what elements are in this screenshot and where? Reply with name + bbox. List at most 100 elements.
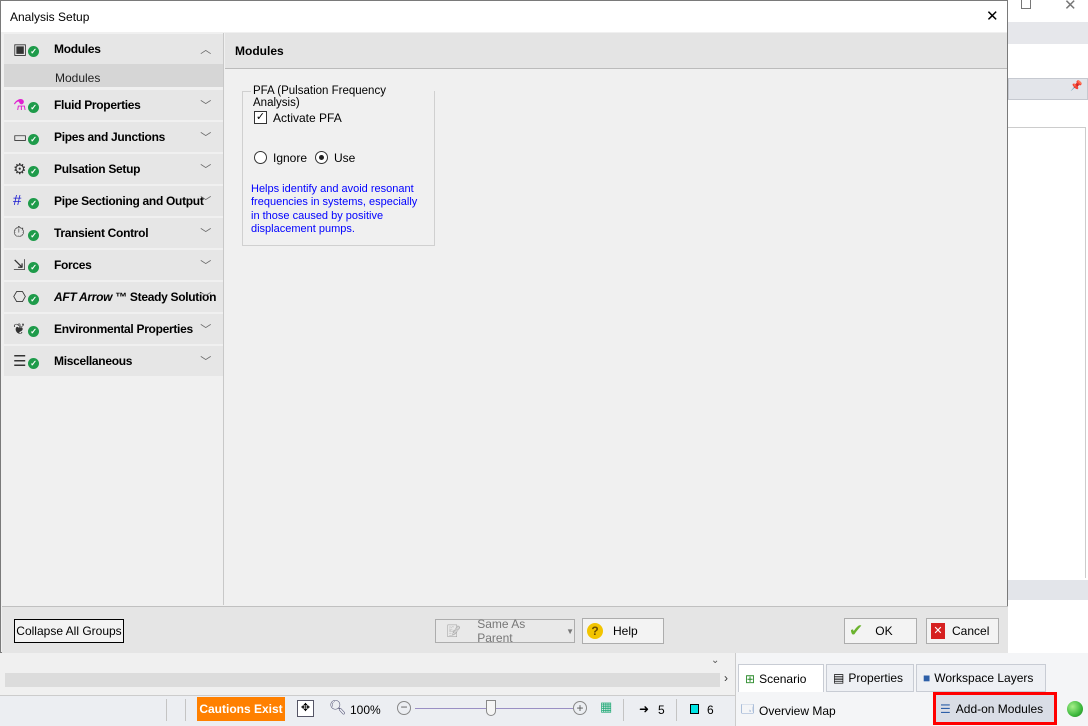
zoom-level: 100% (350, 703, 381, 717)
use-radio[interactable] (315, 151, 328, 164)
nav-group-8[interactable]: ❦ ✓ Environmental Properties ﹀ (4, 314, 223, 344)
horizontal-scrollbar[interactable] (5, 673, 720, 687)
chevron-down-icon[interactable]: ﹀ (200, 321, 211, 337)
cancel-button[interactable]: ✕ Cancel (926, 618, 999, 644)
status-check-icon: ✓ (28, 166, 39, 177)
category-nav: ▣ ✓ Modules ︿ Modules ⚗ ✓ Fluid Properties ﹀ ▭ ✓ Pi… (2, 33, 224, 605)
panel-header: Modules (225, 33, 1007, 69)
forces-icon: ⇲ ✓ (13, 256, 39, 274)
app-close-icon[interactable]: ✕ (1064, 0, 1077, 14)
overview-map-icon: 🗔 (741, 702, 755, 716)
zoom-slider-thumb[interactable] (486, 700, 496, 716)
tab-label: Scenario (759, 671, 807, 686)
junction-count-icon (690, 704, 699, 714)
main-panel: Modules PFA (Pulsation Frequency Analysi… (225, 33, 1007, 605)
leaf-icon: ❦ ✓ (13, 320, 39, 338)
add-on-modules-label: Add-on Modules (955, 701, 1044, 716)
pin-icon[interactable]: 📌 (1070, 81, 1082, 92)
zoom-out-icon[interactable]: − (397, 701, 411, 715)
status-check-icon: ✓ (28, 102, 39, 113)
chevron-up-icon[interactable]: ︿ (200, 41, 211, 57)
use-label[interactable]: Use (334, 151, 355, 165)
add-on-modules-icon: ☰ (940, 701, 951, 716)
nav-group-label: Transient Control (54, 226, 149, 240)
layers-icon: ■ (923, 671, 931, 685)
junction-count: 6 (707, 703, 714, 717)
ignore-label[interactable]: Ignore (273, 151, 307, 165)
nav-group-label: Modules (54, 42, 101, 56)
properties-icon: ▤ (833, 671, 845, 685)
help-label: Help (613, 624, 638, 638)
print-preview-icon[interactable]: ▦ (600, 699, 612, 715)
tab-workspace-layers[interactable]: ■ Workspace Layers (916, 664, 1046, 692)
pipe-count-icon: ➜ (639, 702, 650, 716)
nav-group-6[interactable]: ⇲ ✓ Forces ﹀ (4, 250, 223, 280)
list-icon: ☰ ✓ (13, 352, 39, 370)
overview-map-button[interactable]: 🗔 Overview Map (741, 700, 836, 721)
status-check-icon: ✓ (28, 294, 39, 305)
chevron-down-icon[interactable]: ﹀ (200, 289, 211, 305)
nav-group-5[interactable]: ⏱ ✓ Transient Control ﹀ (4, 218, 223, 248)
chevron-down-icon[interactable]: ﹀ (200, 225, 211, 241)
nav-group-3[interactable]: ⚙ ✓ Pulsation Setup ﹀ (4, 154, 223, 184)
chevron-down-icon[interactable]: ﹀ (200, 257, 211, 273)
pfa-help-text: Helps identify and avoid resonant freque… (251, 183, 418, 235)
help-button[interactable]: ? Help (582, 618, 664, 644)
tab-properties[interactable]: ▤ Properties (826, 664, 914, 692)
zoom-icon[interactable]: 🔍︎ (329, 699, 347, 716)
activate-pfa-label[interactable]: Activate PFA (273, 111, 342, 125)
dialog-title: Analysis Setup (10, 10, 90, 24)
same-as-parent-icon: 📝︎ (446, 624, 462, 638)
ok-button[interactable]: ✔ OK (844, 618, 917, 644)
pfa-group: PFA (Pulsation Frequency Analysis) ✓ Act… (242, 85, 435, 246)
status-check-icon: ✓ (28, 358, 39, 369)
background-app-panel: ✕ 📌 (1008, 0, 1088, 726)
nav-group-label: Pulsation Setup (54, 162, 141, 176)
zoom-in-icon[interactable]: + (573, 701, 587, 715)
dialog-footer: Collapse All Groups 📝︎ Same As Parent ▼ ? H… (2, 606, 1008, 653)
modules-icon: ▣ ✓ (13, 40, 39, 58)
tab-scenario[interactable]: ⊞ Scenario (738, 664, 824, 692)
app-canvas-bottom: ⌄ › (0, 653, 735, 695)
nav-group-9[interactable]: ☰ ✓ Miscellaneous ﹀ (4, 346, 223, 376)
nav-group-label: AFT Arrow (54, 290, 113, 304)
nav-group-7[interactable]: ⎔ ✓ AFT Arrow ™ Steady Solution ﹀ (4, 282, 223, 312)
cautions-exist-button[interactable]: Cautions Exist (197, 697, 285, 721)
nav-group-0[interactable]: ▣ ✓ Modules ︿ (4, 34, 223, 64)
chevron-down-icon[interactable]: ﹀ (200, 353, 211, 369)
flask-icon: ⚗ ✓ (13, 96, 39, 114)
nav-group-2[interactable]: ▭ ✓ Pipes and Junctions ﹀ (4, 122, 223, 152)
nav-subitem-modules[interactable]: Modules (4, 64, 223, 87)
stopwatch-icon: ⏱ ✓ (13, 224, 39, 242)
status-ok-indicator (1067, 701, 1083, 717)
activate-pfa-checkbox[interactable]: ✓ (254, 111, 267, 124)
chevron-down-icon[interactable]: ﹀ (200, 97, 211, 113)
title-bar: Analysis Setup ✕ (1, 1, 1007, 32)
panel-title: Modules (235, 44, 284, 58)
same-as-parent-label: Same As Parent (477, 617, 526, 645)
chevron-down-icon[interactable]: ﹀ (200, 161, 211, 177)
add-on-modules-button[interactable]: ☰ Add-on Modules (933, 692, 1057, 725)
nav-group-label: Pipes and Junctions (54, 130, 165, 144)
close-icon[interactable]: ✕ (986, 7, 999, 25)
pipe-icon: ▭ ✓ (13, 128, 39, 146)
nav-group-1[interactable]: ⚗ ✓ Fluid Properties ﹀ (4, 90, 223, 120)
status-check-icon: ✓ (28, 134, 39, 145)
maximize-icon[interactable] (1021, 0, 1031, 9)
same-as-parent-dropdown[interactable]: 📝︎ Same As Parent ▼ (435, 617, 575, 645)
scroll-down-icon[interactable]: ⌄ (711, 655, 719, 666)
flowchart-icon: ⎔ ✓ (13, 288, 39, 306)
nav-group-4[interactable]: # ✓ Pipe Sectioning and Output ﹀ (4, 186, 223, 216)
status-check-icon: ✓ (28, 230, 39, 241)
help-icon: ? (587, 623, 603, 639)
ignore-radio[interactable] (254, 151, 267, 164)
fit-to-window-icon[interactable]: ✥ (297, 700, 314, 717)
status-check-icon: ✓ (28, 262, 39, 273)
chevron-down-icon[interactable]: ﹀ (200, 193, 211, 209)
collapse-all-groups-button[interactable]: Collapse All Groups (14, 619, 124, 643)
nav-group-label: Environmental Properties (54, 322, 193, 336)
grid-icon: # ✓ (13, 192, 39, 210)
nav-group-label: Fluid Properties (54, 98, 141, 112)
chevron-down-icon[interactable]: ﹀ (200, 129, 211, 145)
scroll-right-icon[interactable]: › (724, 671, 728, 685)
